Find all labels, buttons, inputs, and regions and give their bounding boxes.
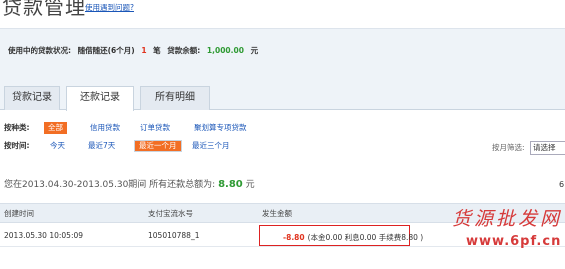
type-option-all[interactable]: 全部 [44,122,67,134]
summary-text: 您在2013.04.30-2013.05.30期间 所有还款总额为: [4,180,216,190]
loan-count: 1 [141,46,147,55]
balance-value: 1,000.00 [206,46,244,55]
tab-loan-records[interactable]: 贷款记录 [4,86,60,110]
type-filter-row: 按种类: 全部 信用贷款 订单贷款 聚划算专项贷款 [4,120,304,136]
loan-type: 随借随还(6个月) [77,46,135,55]
column-created-time: 创建时间 [4,209,34,218]
row-time: 2013.05.30 10:05:09 [4,231,84,240]
tab-repayment-records[interactable]: 还款记录 [66,86,134,111]
loan-status-line: 使用中的贷款状况: 随借随还(6个月) 1 笔 贷款余额: 1,000.00 元 [8,45,262,56]
loan-count-unit: 笔 [153,46,161,55]
time-option-7days[interactable]: 最近7天 [84,140,119,152]
type-option-order[interactable]: 订单贷款 [136,122,174,134]
row-amount-value: -8.80 [283,233,305,242]
status-label: 使用中的贷款状况: [8,46,71,55]
summary-unit: 元 [245,180,255,190]
edge-char: 6 [559,180,565,189]
page-header: 贷款管理 使用遇到问题? [0,0,565,28]
tab-all-details[interactable]: 所有明细 [140,86,210,110]
page-title: 贷款管理 [2,0,86,19]
watermark-text: 货源批发网 [452,208,563,230]
loan-status-bar: 使用中的贷款状况: 随借随还(6个月) 1 笔 贷款余额: 1,000.00 元 [0,28,565,68]
balance-label: 贷款余额: [167,46,201,55]
time-option-3months[interactable]: 最近三个月 [188,140,234,152]
month-filter-label: 按月筛选: [492,143,525,152]
type-filter-label: 按种类: [4,123,30,132]
type-option-credit[interactable]: 信用贷款 [86,122,124,134]
watermark-url: www.6pf.cn [466,234,562,249]
time-filter-label: 按时间: [4,141,30,150]
record-tabs: 贷款记录 还款记录 所有明细 [0,86,565,111]
repayment-summary: 您在2013.04.30-2013.05.30期间 所有还款总额为: 8.80 … [4,177,255,190]
column-serial: 支付宝流水号 [148,209,193,218]
month-select[interactable]: 请选择 [530,141,565,155]
type-option-juhuasuan[interactable]: 聚划算专项贷款 [190,122,251,134]
balance-unit: 元 [250,46,259,55]
column-amount: 发生金额 [262,209,292,218]
row-serial: 105010788_1 [148,231,200,240]
help-link[interactable]: 使用遇到问题? [85,2,134,13]
row-amount: -8.80 (本金0.00 利息0.00 手续费8.80 ) [283,232,423,243]
time-option-1month[interactable]: 最近一个月 [134,140,182,152]
time-filter-row: 按时间: 今天 最近7天 最近一个月 最近三个月 [4,138,304,154]
time-option-today[interactable]: 今天 [46,140,69,152]
summary-amount: 8.80 [218,179,243,190]
row-amount-detail: (本金0.00 利息0.00 手续费8.80 ) [307,233,424,242]
